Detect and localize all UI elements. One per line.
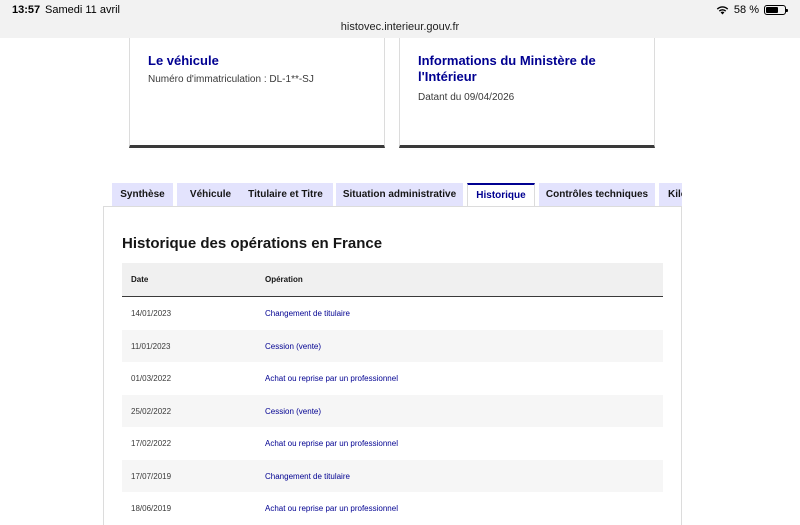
ministry-card-title: Informations du Ministère de l'Intérieur [418,53,596,84]
row-date: 25/02/2022 [131,406,172,416]
row-date: 17/02/2022 [131,439,172,448]
table-row: 01/03/2022 Achat ou reprise par un profe… [122,362,663,395]
status-time: 13:57 [12,4,41,16]
status-indicators: 58 % [716,4,788,16]
table-row: 17/02/2022 Achat ou reprise par un profe… [122,427,663,460]
column-header-operation: Opération [265,275,303,284]
history-title: Historique des opérations en France [122,235,383,252]
row-operation-link[interactable]: Changement de titulaire [265,309,350,318]
table-row: 14/01/2023 Changement de titulaire [122,297,663,330]
tab-titulaire[interactable]: Titulaire et Titre [238,183,333,207]
row-date: 17/07/2019 [131,471,172,481]
table-header: Date Opération [122,263,663,297]
status-date: Samedi 11 avril [45,4,120,16]
history-table: Date Opération 14/01/2023 Changement de … [122,263,663,525]
vehicle-card-title: Le véhicule [148,53,219,68]
wifi-icon [716,5,729,15]
tab-situation-administrative[interactable]: Situation administrative [336,183,463,207]
battery-percent: 58 % [733,4,759,16]
ministry-date-text: Datant du 09/04/2026 [418,92,515,103]
row-operation-link[interactable]: Achat ou reprise par un professionnel [265,374,398,383]
vehicle-plate-text: Numéro d'immatriculation : DL-1**-SJ [148,74,314,85]
column-header-date: Date [131,275,149,284]
row-operation-link[interactable]: Changement de titulaire [265,472,350,481]
history-panel: Historique des opérations en France Date… [103,206,682,525]
table-row: 18/06/2019 Achat ou reprise par un profe… [122,492,663,525]
table-row: 11/01/2023 Cession (vente) [122,329,663,362]
table-row: 17/07/2019 Changement de titulaire [122,459,663,492]
tab-bar: Synthèse Véhicule Titulaire et Titre Sit… [112,183,682,207]
tab-synthese[interactable]: Synthèse [112,183,173,207]
address-bar[interactable]: histovec.interieur.gouv.fr [0,20,800,38]
ministry-card: Informations du Ministère de l'Intérieur… [399,38,655,148]
status-bar: 13:57 Samedi 11 avril 58 % [0,0,800,20]
row-date: 11/01/2023 [131,341,171,351]
tab-controles-techniques[interactable]: Contrôles techniques [539,183,655,207]
vehicle-card: Le véhicule Numéro d'immatriculation : D… [129,38,385,148]
row-operation-link[interactable]: Cession (vente) [265,342,321,351]
battery-icon [764,5,788,15]
table-row: 25/02/2022 Cession (vente) [122,394,663,427]
row-date: 18/06/2019 [131,504,172,513]
row-operation-link[interactable]: Achat ou reprise par un professionnel [265,504,398,513]
row-operation-link[interactable]: Cession (vente) [265,407,321,416]
row-operation-link[interactable]: Achat ou reprise par un professionnel [265,439,398,448]
tab-vehicule[interactable]: Véhicule [177,183,244,207]
tab-kilometrage[interactable]: Kilo [659,183,682,207]
tab-historique[interactable]: Historique [467,183,535,207]
row-date: 01/03/2022 [131,374,172,383]
row-date: 14/01/2023 [131,309,172,318]
